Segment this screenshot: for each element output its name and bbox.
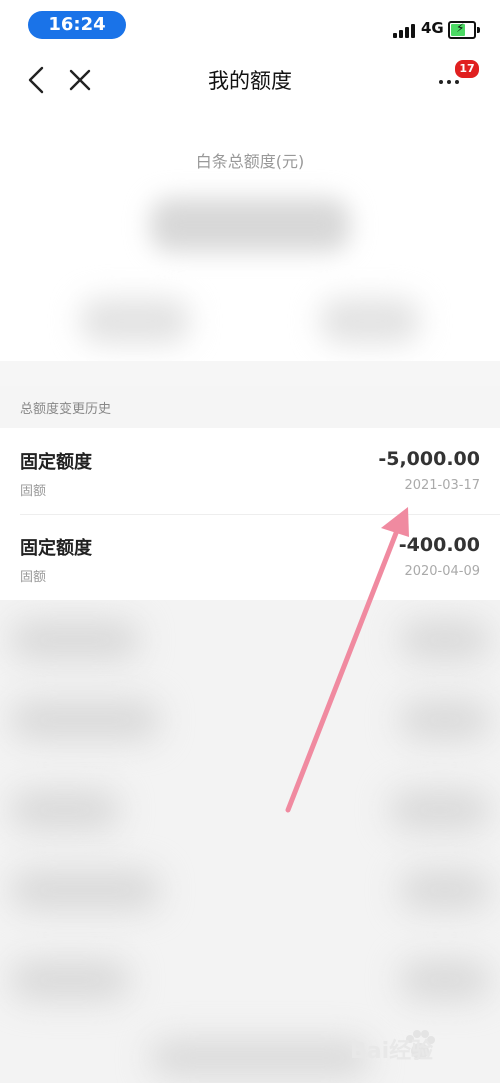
watermark-text: Bai经验 bbox=[350, 1039, 434, 1064]
history-list: 固定额度 固额 -5,000.00 2021-03-17 固定额度 固额 -40… bbox=[0, 428, 500, 600]
baidu-watermark: Bai经验 bbox=[350, 1025, 480, 1067]
history-row-subtitle: 固额 bbox=[20, 570, 47, 585]
history-header-label: 总额度变更历史 bbox=[20, 402, 112, 417]
history-row[interactable]: 固定额度 固额 -5,000.00 2021-03-17 bbox=[0, 428, 500, 514]
history-row-title: 固定额度 bbox=[20, 538, 92, 559]
nav-bar: 我的额度 bbox=[0, 52, 500, 108]
history-row-date: 2021-03-17 bbox=[404, 478, 480, 493]
section-divider bbox=[0, 361, 500, 386]
history-row-subtitle: 固额 bbox=[20, 484, 47, 499]
history-row-amount: -400.00 bbox=[398, 534, 480, 556]
more-dots-icon bbox=[439, 80, 443, 84]
battery-icon: ⚡ bbox=[448, 21, 480, 39]
notification-badge: 17 bbox=[454, 59, 480, 79]
blurred-left-stat bbox=[80, 298, 190, 344]
history-row-title: 固定额度 bbox=[20, 452, 92, 473]
blurred-total-amount bbox=[150, 198, 350, 252]
status-time: 16:24 bbox=[28, 11, 126, 39]
network-type: 4G bbox=[421, 19, 444, 37]
total-credit-panel: 白条总额度(元) bbox=[0, 108, 500, 361]
blurred-content bbox=[0, 600, 500, 1083]
history-row[interactable]: 固定额度 固额 -400.00 2020-04-09 bbox=[0, 514, 500, 600]
history-row-date: 2020-04-09 bbox=[404, 564, 480, 579]
status-bar: 16:24 4G ⚡ bbox=[0, 0, 500, 52]
signal-icon bbox=[393, 22, 417, 38]
charging-bolt-icon: ⚡ bbox=[456, 21, 465, 35]
history-row-amount: -5,000.00 bbox=[378, 448, 480, 470]
total-credit-label: 白条总额度(元) bbox=[195, 152, 305, 171]
history-section-header: 总额度变更历史 bbox=[0, 386, 500, 428]
blurred-right-stat bbox=[320, 298, 420, 344]
page-title: 我的额度 bbox=[208, 69, 292, 93]
